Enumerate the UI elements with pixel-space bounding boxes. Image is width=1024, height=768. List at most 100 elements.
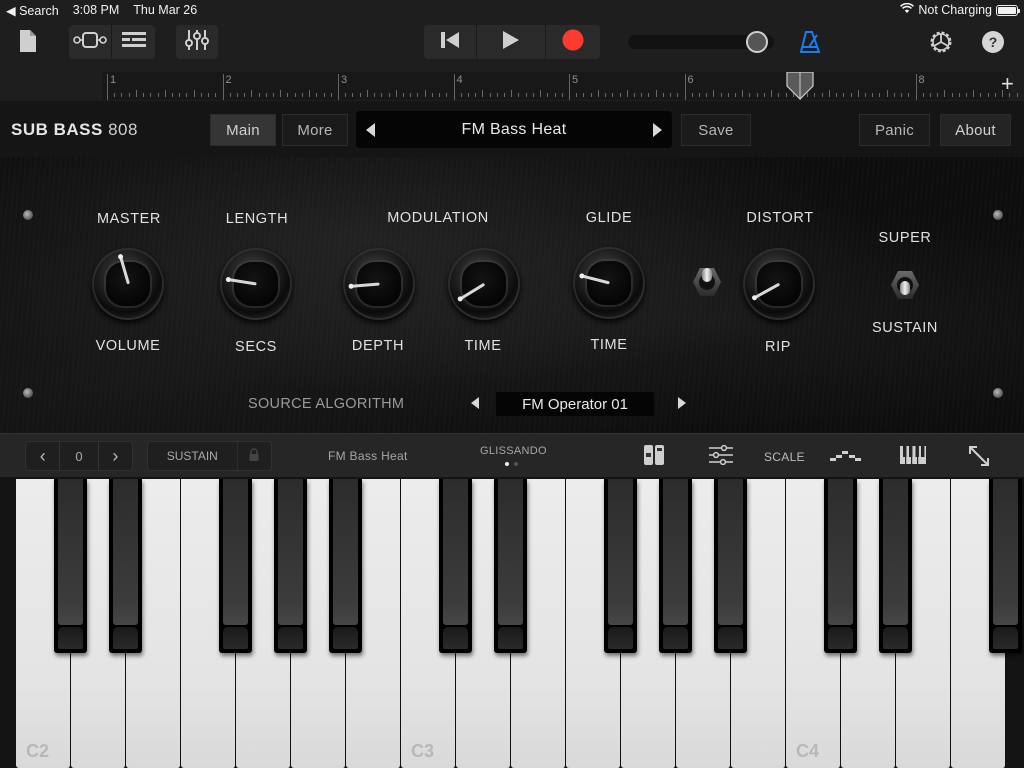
ruler-tick	[114, 93, 116, 97]
plugin-title: SUB BASS 808	[11, 120, 138, 140]
ruler-tick	[186, 93, 188, 97]
help-button[interactable]: ?	[982, 31, 1004, 53]
play-button[interactable]	[477, 25, 545, 59]
black-key[interactable]	[824, 479, 857, 653]
next-algorithm-button[interactable]	[678, 397, 686, 409]
ruler-tick	[583, 93, 585, 97]
sustain-button[interactable]: SUSTAIN	[148, 449, 237, 463]
expand-keyboard-button[interactable]	[967, 444, 991, 473]
ruler-tick	[670, 93, 672, 97]
black-key[interactable]	[439, 479, 472, 653]
page-indicator-dot[interactable]	[514, 462, 518, 466]
black-key[interactable]	[989, 479, 1022, 653]
add-section-button[interactable]: +	[1001, 73, 1014, 95]
about-button[interactable]: About	[940, 114, 1011, 146]
rip-label: RIP	[765, 339, 791, 355]
save-button[interactable]: Save	[681, 114, 751, 146]
volume-slider-thumb[interactable]	[745, 31, 768, 53]
ruler-tick	[677, 93, 679, 97]
scale-button[interactable]: SCALE	[764, 450, 805, 464]
previous-preset-button[interactable]	[366, 122, 375, 137]
ruler-tick	[171, 93, 173, 97]
ruler-track[interactable]: 12345678	[102, 71, 1024, 100]
octave-up-button[interactable]: ›	[99, 446, 132, 467]
piano-keys-icon	[900, 446, 926, 469]
ruler-tick	[850, 93, 852, 97]
arpeggiator-button[interactable]	[830, 449, 862, 467]
keyboard-layout-button[interactable]	[643, 444, 665, 471]
source-algorithm-label: SOURCE ALGORITHM	[248, 396, 405, 412]
glissando-label[interactable]: GLISSANDO	[480, 445, 547, 457]
ruler-tick	[309, 90, 311, 97]
ruler-tick	[749, 93, 751, 97]
black-key[interactable]	[659, 479, 692, 653]
black-key[interactable]	[329, 479, 362, 653]
keyboard-controls-button[interactable]	[709, 444, 733, 470]
ruler-tick	[431, 93, 433, 97]
octave-down-button[interactable]: ‹	[26, 446, 59, 467]
ruler-tick	[698, 93, 700, 97]
modulation-time-label: TIME	[464, 338, 502, 354]
ruler-tick	[121, 93, 123, 97]
keyboard-view-button[interactable]	[900, 445, 926, 470]
list-view-button[interactable]	[112, 25, 155, 59]
ruler-tick	[280, 90, 282, 97]
panic-button[interactable]: Panic	[859, 114, 930, 146]
depth-label: DEPTH	[351, 338, 405, 354]
black-key[interactable]	[109, 479, 142, 653]
length-secs-knob[interactable]	[220, 248, 292, 320]
tab-main[interactable]: Main	[210, 114, 276, 146]
black-key[interactable]	[274, 479, 307, 653]
master-volume-knob[interactable]	[92, 248, 164, 320]
transport-controls	[424, 25, 600, 59]
distort-rip-knob[interactable]	[743, 248, 815, 320]
timeline-ruler[interactable]: 12345678 +	[0, 68, 1024, 101]
record-button[interactable]	[546, 25, 600, 59]
super-sustain-toggle-switch[interactable]	[888, 267, 922, 303]
ruler-tick	[316, 93, 318, 97]
help-icon: ?	[988, 34, 998, 50]
preset-name[interactable]: FM Bass Heat	[462, 121, 567, 139]
ruler-tick	[511, 90, 513, 97]
octave-label: C4	[796, 741, 820, 761]
ruler-tick	[706, 93, 708, 97]
ruler-tick	[814, 93, 816, 97]
sustain-lock-button[interactable]	[238, 448, 271, 464]
tab-more[interactable]: More	[282, 114, 348, 146]
next-preset-button[interactable]	[653, 122, 662, 137]
previous-algorithm-button[interactable]	[471, 397, 479, 409]
ruler-tick	[532, 93, 534, 97]
ruler-tick	[857, 90, 859, 97]
back-to-search-link[interactable]: ◀ Search	[6, 3, 59, 18]
tracks-view-icon	[73, 31, 107, 54]
ruler-tick	[395, 90, 397, 97]
ruler-tick	[951, 93, 953, 97]
metronome-button[interactable]	[798, 30, 822, 59]
ruler-tick	[879, 93, 881, 97]
ruler-tick	[619, 93, 621, 97]
black-key[interactable]	[219, 479, 252, 653]
mixer-button[interactable]	[176, 25, 218, 59]
ruler-tick	[504, 93, 506, 97]
page-indicator-dot-active[interactable]	[505, 462, 509, 466]
ruler-tick	[966, 93, 968, 97]
ruler-tick	[958, 93, 960, 97]
distort-toggle-switch[interactable]	[690, 264, 724, 300]
black-key[interactable]	[604, 479, 637, 653]
tracks-view-button[interactable]	[69, 25, 111, 59]
black-key[interactable]	[879, 479, 912, 653]
go-to-start-button[interactable]	[424, 25, 476, 59]
source-algorithm-value[interactable]: FM Operator 01	[496, 392, 654, 416]
ruler-tick	[540, 90, 542, 97]
glide-time-knob[interactable]	[573, 247, 645, 319]
document-icon[interactable]	[18, 29, 40, 55]
black-key[interactable]	[714, 479, 747, 653]
master-volume-slider[interactable]	[628, 31, 774, 53]
ruler-tick	[287, 93, 289, 97]
settings-button[interactable]	[928, 29, 954, 60]
modulation-depth-knob[interactable]	[343, 248, 415, 320]
black-key[interactable]	[54, 479, 87, 653]
volume-label: VOLUME	[95, 338, 161, 354]
black-key[interactable]	[494, 479, 527, 653]
modulation-time-knob[interactable]	[448, 248, 520, 320]
